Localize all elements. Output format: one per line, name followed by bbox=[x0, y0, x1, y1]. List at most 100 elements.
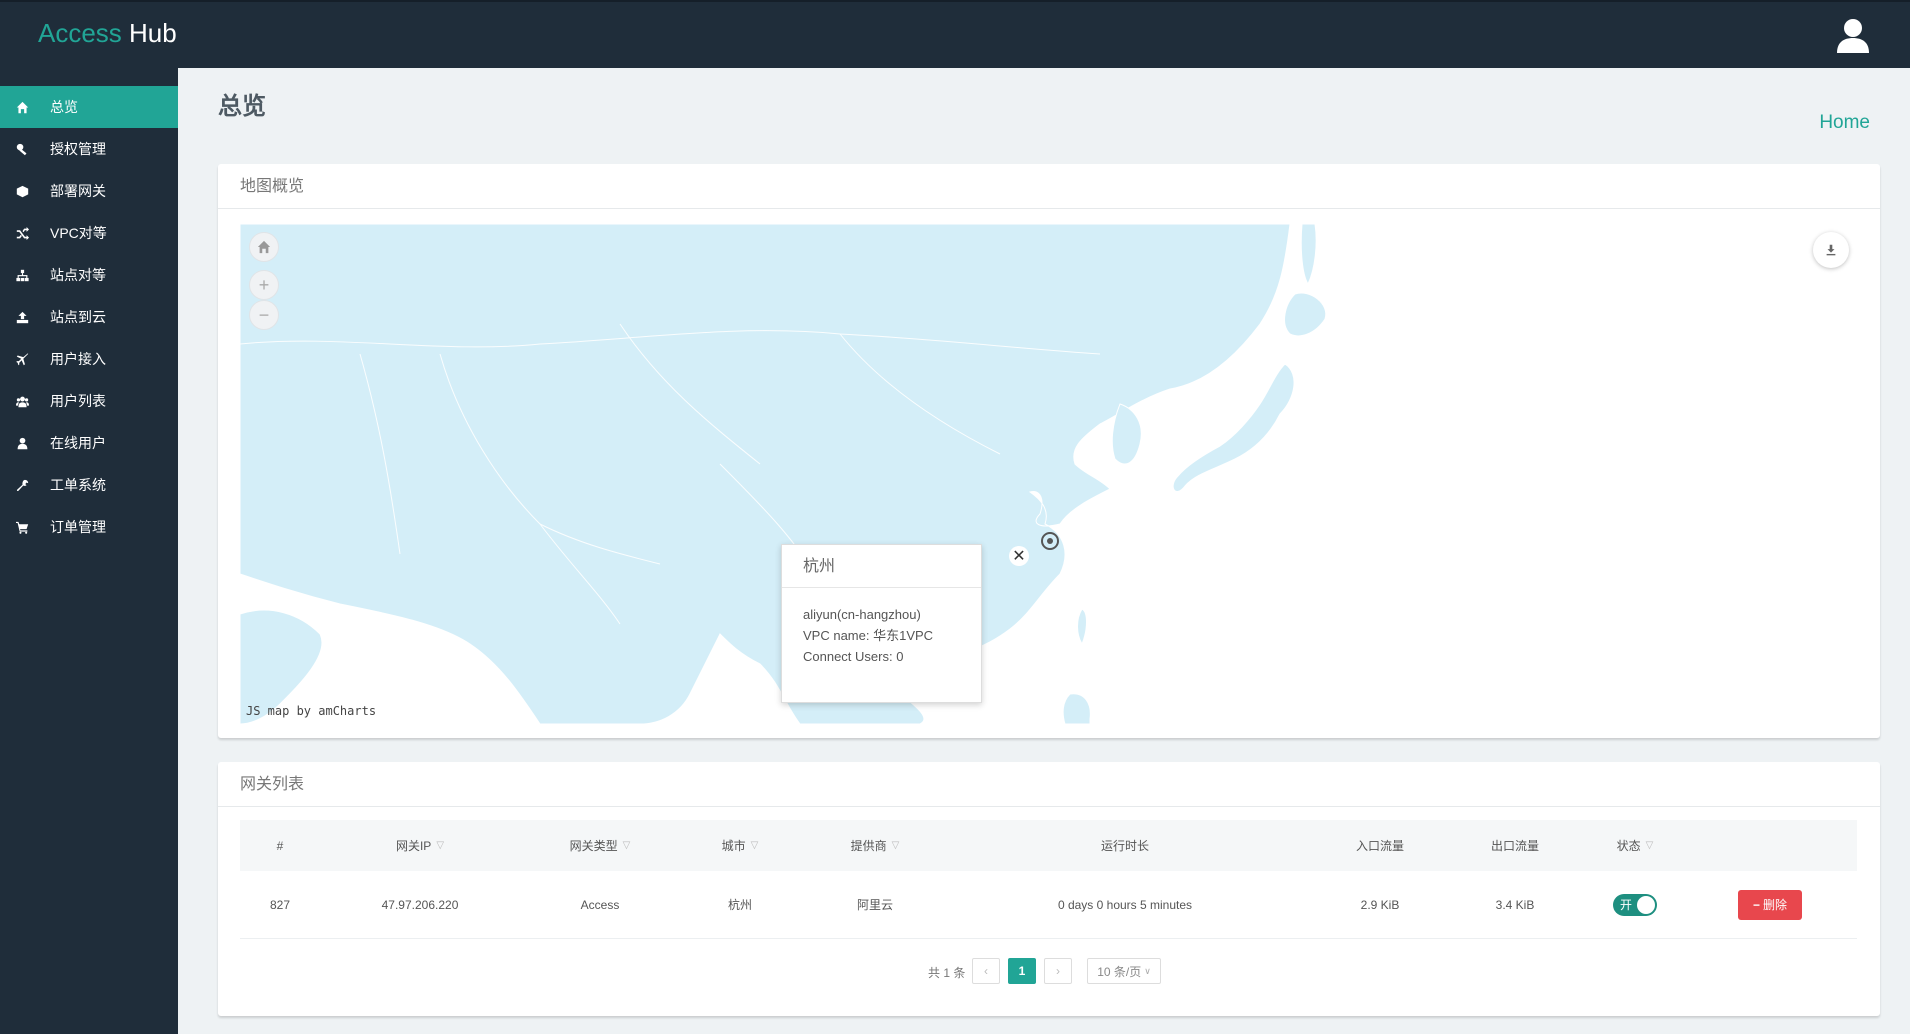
land-sakhalin bbox=[1300, 224, 1317, 286]
map-canvas[interactable]: + − JS map by amCharts bbox=[240, 224, 1857, 724]
gateway-panel-title: 网关列表 bbox=[218, 762, 1880, 807]
filter-icon[interactable]: ▽ bbox=[623, 840, 631, 851]
cell-type: Access bbox=[580, 897, 620, 912]
delete-button-label: 删除 bbox=[1763, 898, 1788, 912]
land-philippines bbox=[1062, 693, 1091, 724]
land-korea bbox=[1111, 403, 1142, 465]
column-header-in-traffic: 入口流量 bbox=[1355, 839, 1404, 853]
sidebar-item-label: 授权管理 bbox=[50, 141, 106, 157]
sidebar-item-authorization[interactable]: 授权管理 bbox=[0, 128, 178, 170]
plus-icon: + bbox=[258, 274, 270, 295]
chevron-down-icon: ∨ bbox=[1144, 965, 1151, 976]
cell-id: 827 bbox=[269, 897, 291, 912]
user-icon bbox=[14, 435, 30, 451]
cube-icon bbox=[14, 183, 30, 199]
sidebar-item-ticket-system[interactable]: 工单系统 bbox=[0, 464, 178, 506]
map-credit[interactable]: JS map by amCharts bbox=[246, 704, 376, 718]
pagination-page-1[interactable]: 1 bbox=[1008, 958, 1036, 984]
brand-logo[interactable]: Access Hub bbox=[38, 18, 177, 49]
filter-icon[interactable]: ▽ bbox=[751, 840, 759, 851]
sidebar-item-site-to-cloud[interactable]: 站点到云 bbox=[0, 296, 178, 338]
sidebar-item-deploy-gateway[interactable]: 部署网关 bbox=[0, 170, 178, 212]
page-size-select[interactable]: 10 条/页 ∨ bbox=[1087, 958, 1161, 984]
gateway-panel: 网关列表 # 网关IP ▽ 网关类型 ▽ 城市 ▽ 提供商 ▽ 运行时长 入口流量 出口… bbox=[218, 762, 1880, 1016]
sidebar-item-label: 站点到云 bbox=[50, 309, 106, 325]
world-map bbox=[240, 224, 1327, 724]
brand-access: Access bbox=[38, 18, 130, 48]
key-icon bbox=[14, 141, 30, 157]
sidebar-item-label: VPC对等 bbox=[50, 225, 107, 241]
column-header-status[interactable]: 状态 ▽ bbox=[1570, 820, 1700, 871]
sidebar-item-label: 站点对等 bbox=[50, 267, 106, 283]
cell-provider: 阿里云 bbox=[856, 898, 893, 912]
sidebar-item-online-users[interactable]: 在线用户 bbox=[0, 422, 178, 464]
cell-in-traffic: 2.9 KiB bbox=[1360, 897, 1400, 912]
sidebar-item-label: 工单系统 bbox=[50, 477, 106, 493]
chevron-right-icon: › bbox=[1056, 964, 1060, 978]
sidebar-item-label: 用户列表 bbox=[50, 393, 106, 409]
table-row: 827 47.97.206.220 Access 杭州 阿里云 0 days 0… bbox=[240, 871, 1857, 939]
cell-ip: 47.97.206.220 bbox=[381, 897, 459, 912]
shuffle-icon bbox=[14, 225, 30, 241]
column-header-ip[interactable]: 网关IP ▽ bbox=[320, 820, 520, 871]
pagination-prev-button[interactable]: ‹ bbox=[972, 958, 1000, 984]
popup-close-icon[interactable]: ✕ bbox=[1009, 546, 1029, 566]
page-title: 总览 bbox=[218, 93, 266, 120]
delete-button[interactable]: − 删除 bbox=[1738, 889, 1802, 920]
land-taiwan bbox=[1077, 608, 1087, 646]
filter-icon[interactable]: ▽ bbox=[1646, 840, 1654, 851]
sidebar-item-label: 用户接入 bbox=[50, 351, 106, 367]
sidebar-item-label: 在线用户 bbox=[50, 435, 106, 451]
popup-title: 杭州 bbox=[782, 545, 981, 588]
map-panel: 地图概览 + − JS map by amCharts bbox=[218, 164, 1880, 738]
sidebar-item-overview[interactable]: 总览 bbox=[0, 86, 178, 128]
page-size-value: 10 条/页 bbox=[1097, 964, 1142, 979]
map-export-button[interactable] bbox=[1813, 232, 1849, 268]
user-icon[interactable] bbox=[1836, 18, 1870, 54]
pagination-total: 共 1 条 bbox=[928, 966, 966, 980]
sidebar: 总览 授权管理 部署网关 VPC对等 站点对等 站点到云 用户接入 用户列表 在… bbox=[0, 68, 178, 1034]
sidebar-item-order-management[interactable]: 订单管理 bbox=[0, 506, 178, 548]
filter-icon[interactable]: ▽ bbox=[892, 840, 900, 851]
sidebar-item-label: 部署网关 bbox=[50, 183, 106, 199]
map-zoom-in-button[interactable]: + bbox=[249, 270, 279, 300]
toggle-knob bbox=[1637, 895, 1655, 914]
gateway-marker-icon[interactable] bbox=[1041, 532, 1059, 550]
table-header: # 网关IP ▽ 网关类型 ▽ 城市 ▽ 提供商 ▽ 运行时长 入口流量 出口流量 状态… bbox=[240, 820, 1857, 871]
wrench-icon bbox=[14, 477, 30, 493]
column-header-city[interactable]: 城市 ▽ bbox=[680, 820, 800, 871]
pagination-next-button[interactable]: › bbox=[1044, 958, 1072, 984]
download-icon bbox=[1826, 244, 1836, 256]
sidebar-item-user-list[interactable]: 用户列表 bbox=[0, 380, 178, 422]
minus-icon: − bbox=[1752, 897, 1760, 912]
map-home-button[interactable] bbox=[249, 232, 279, 262]
brand-hub: Hub bbox=[129, 18, 177, 48]
column-header-provider[interactable]: 提供商 ▽ bbox=[800, 820, 950, 871]
filter-icon[interactable]: ▽ bbox=[436, 840, 444, 851]
sidebar-item-vpc-peering[interactable]: VPC对等 bbox=[0, 212, 178, 254]
status-toggle[interactable]: 开 bbox=[1613, 893, 1657, 916]
users-icon bbox=[14, 393, 30, 409]
breadcrumb-home[interactable]: Home bbox=[1819, 112, 1870, 134]
cell-actions: − 删除 bbox=[1700, 871, 1840, 938]
map-zoom-out-button[interactable]: − bbox=[249, 300, 279, 330]
sidebar-item-label: 订单管理 bbox=[50, 519, 106, 535]
popup-body: aliyun(cn-hangzhou) VPC name: 华东1VPC Con… bbox=[782, 588, 981, 683]
plane-icon bbox=[14, 351, 30, 367]
sitemap-icon bbox=[14, 267, 30, 283]
popup-provider: aliyun(cn-hangzhou) bbox=[803, 607, 921, 622]
home-icon bbox=[14, 99, 30, 115]
minus-icon: − bbox=[258, 304, 270, 325]
cell-out-traffic: 3.4 KiB bbox=[1495, 897, 1535, 912]
popup-users: Connect Users: 0 bbox=[803, 649, 904, 664]
top-bar: Access Hub bbox=[0, 0, 1910, 68]
status-toggle-label: 开 bbox=[1620, 897, 1633, 912]
sidebar-item-site-peering[interactable]: 站点对等 bbox=[0, 254, 178, 296]
cell-uptime: 0 days 0 hours 5 minutes bbox=[1057, 897, 1193, 912]
sidebar-item-label: 总览 bbox=[50, 99, 78, 115]
column-header-uptime: 运行时长 bbox=[1100, 839, 1149, 853]
column-header-out-traffic: 出口流量 bbox=[1490, 839, 1539, 853]
column-header-type[interactable]: 网关类型 ▽ bbox=[520, 820, 680, 871]
sidebar-item-user-access[interactable]: 用户接入 bbox=[0, 338, 178, 380]
map-panel-title: 地图概览 bbox=[218, 164, 1880, 209]
